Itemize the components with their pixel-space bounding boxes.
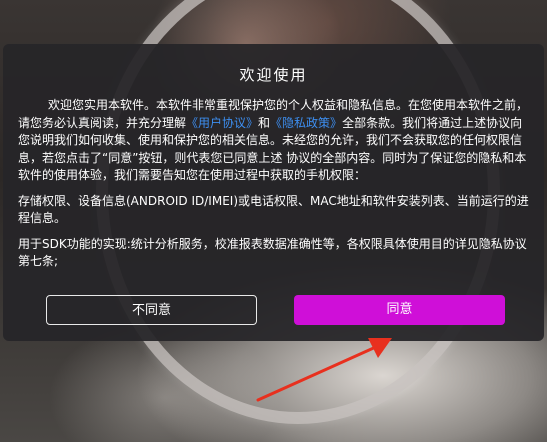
annotation-arrow-icon	[256, 338, 392, 402]
permissions-list-paragraph: 存储权限、设备信息(ANDROID ID/IMEI)或电话权限、MAC地址和软件…	[18, 193, 529, 226]
dialog-body: 欢迎您实用本软件。本软件非常重视保护您的个人权益和隐私信息。在您使用本软件之前，…	[18, 97, 530, 279]
privacy-consent-dialog: 欢迎使用 欢迎您实用本软件。本软件非常重视保护您的个人权益和隐私信息。在您使用本…	[3, 44, 544, 341]
privacy-policy-link[interactable]: 《隐私政策》	[270, 116, 342, 130]
sdk-usage-paragraph: 用于SDK功能的实现:统计分析服务，校准报表数据准确性等，各权限具体使用目的详见…	[18, 236, 527, 269]
consent-paragraph: 欢迎您实用本软件。本软件非常重视保护您的个人权益和隐私信息。在您使用本软件之前，…	[18, 97, 530, 185]
decline-button[interactable]: 不同意	[46, 295, 257, 325]
user-agreement-link[interactable]: 《用户协议》	[186, 116, 258, 130]
dialog-title: 欢迎使用	[239, 66, 308, 84]
consent-text-and: 和	[258, 115, 271, 130]
